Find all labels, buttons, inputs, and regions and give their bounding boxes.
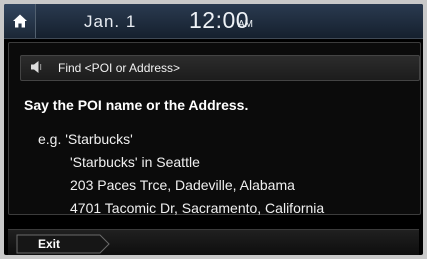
home-button[interactable] <box>4 4 36 38</box>
exit-label: Exit <box>38 237 61 251</box>
instruction-text: Say the POI name or the Address. <box>24 97 249 113</box>
example-line: e.g. 'Starbucks' <box>38 131 133 147</box>
find-header-bar: Find <POI or Address> <box>20 55 420 81</box>
example-line: 4701 Tacomic Dr, Sacramento, California <box>70 200 325 216</box>
exit-button-frame <box>16 234 110 254</box>
status-bar: Jan. 1 12:00 AM <box>4 4 423 39</box>
exit-button[interactable]: Exit <box>16 234 110 254</box>
display-screen: Jan. 1 12:00 AM Find <POI or Address> Sa… <box>4 4 423 255</box>
example-line: 203 Paces Trce, Dadeville, Alabama <box>70 177 295 193</box>
date-display: Jan. 1 <box>84 12 137 31</box>
footer-bar: Exit <box>8 229 419 255</box>
find-label: Find <POI or Address> <box>58 61 181 75</box>
speaker-icon <box>30 60 44 79</box>
example-line: 'Starbucks' in Seattle <box>70 154 200 170</box>
home-icon <box>12 14 27 28</box>
voice-search-panel: Find <POI or Address> Say the POI name o… <box>8 42 421 216</box>
ampm-indicator: AM <box>238 19 253 30</box>
